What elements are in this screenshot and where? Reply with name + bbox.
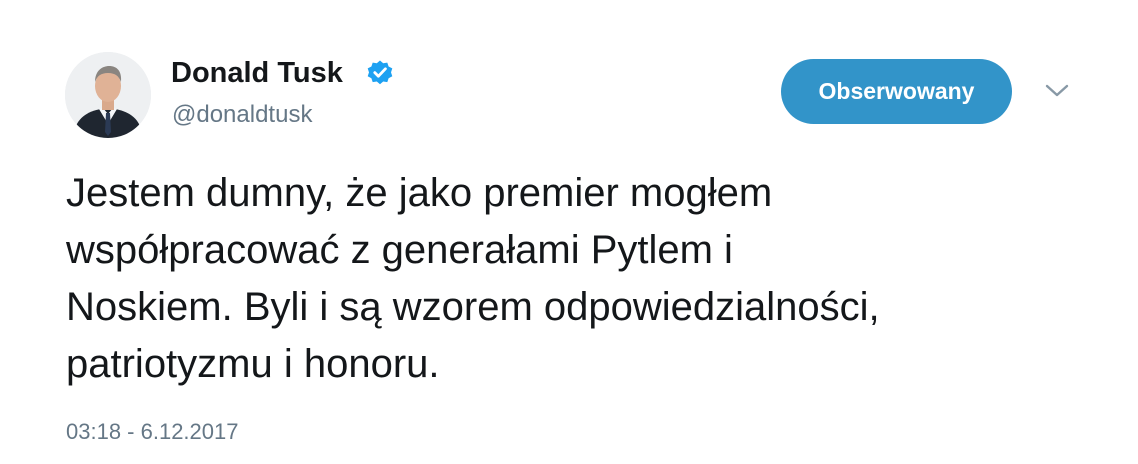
person-portrait-icon	[65, 52, 151, 138]
tweet-card: Donald Tusk @donaldtusk Obserwowany Jest…	[0, 0, 1138, 464]
verified-badge-icon	[367, 60, 393, 85]
author-handle[interactable]: @donaldtusk	[172, 100, 312, 130]
tweet-text-line: Noskiem. Byli i są wzorem odpowiedzialno…	[66, 285, 880, 329]
chevron-down-icon[interactable]	[1044, 82, 1070, 100]
tweet-timestamp[interactable]: 03:18 - 6.12.2017	[66, 418, 238, 446]
following-button[interactable]: Obserwowany	[781, 59, 1012, 124]
tweet-text-line: patriotyzmu i honoru.	[66, 342, 440, 386]
author-display-name[interactable]: Donald Tusk	[171, 56, 343, 90]
tweet-text-line: Jestem dumny, że jako premier mogłem	[66, 171, 773, 215]
author-avatar[interactable]	[65, 52, 151, 138]
tweet-text-line: współpracować z generałami Pytlem i	[66, 228, 733, 272]
tweet-text: Jestem dumny, że jako premier mogłem wsp…	[66, 165, 1106, 393]
